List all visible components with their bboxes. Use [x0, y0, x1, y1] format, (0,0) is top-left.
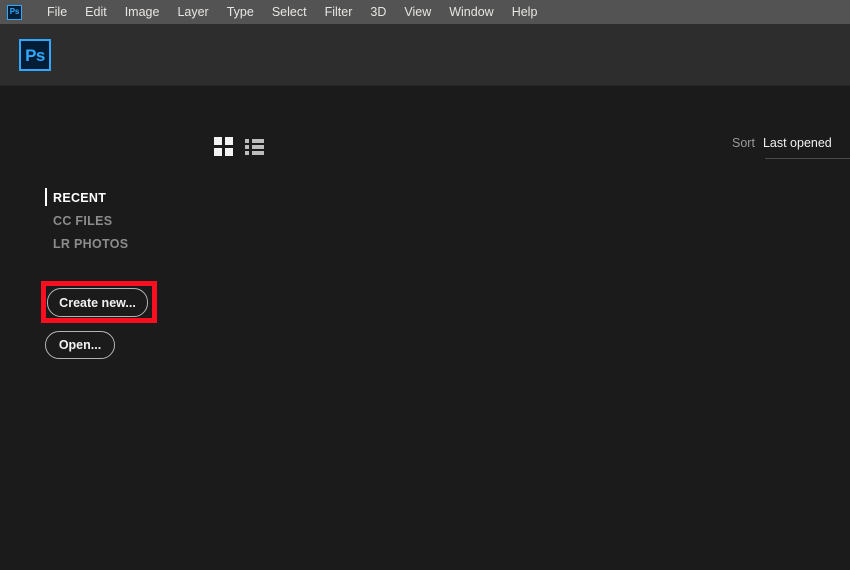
photoshop-logo-icon[interactable]: Ps — [7, 4, 22, 20]
menu-item-type[interactable]: Type — [218, 0, 263, 24]
menu-item-filter[interactable]: Filter — [316, 0, 362, 24]
photoshop-start-screen: Ps File Edit Image Layer Type Select Fil… — [0, 0, 850, 570]
menubar-logo-text: Ps — [9, 7, 20, 16]
menu-item-view[interactable]: View — [395, 0, 440, 24]
menu-item-select[interactable]: Select — [263, 0, 316, 24]
grid-cell — [214, 137, 222, 145]
sidebar-item-cc-files[interactable]: CC FILES — [45, 209, 128, 232]
sidebar-item-label: RECENT — [53, 190, 107, 205]
menu-bar: Ps File Edit Image Layer Type Select Fil… — [0, 0, 850, 24]
menu-item-3d[interactable]: 3D — [361, 0, 395, 24]
list-row — [245, 139, 264, 143]
sort-underline — [765, 158, 850, 159]
photoshop-app-logo-icon: Ps — [19, 39, 51, 71]
list-bar — [252, 139, 264, 143]
list-bullet — [245, 151, 249, 155]
menu-item-image[interactable]: Image — [116, 0, 169, 24]
sort-control: Sort Last opened — [720, 136, 850, 159]
sidebar-item-recent[interactable]: RECENT — [45, 186, 128, 209]
sort-label: Sort — [732, 136, 755, 150]
header-band: Ps — [0, 24, 850, 86]
menu-item-file[interactable]: File — [38, 0, 76, 24]
sidebar-item-label: LR PHOTOS — [53, 236, 129, 251]
list-row — [245, 151, 264, 155]
sidebar-item-label: CC FILES — [53, 213, 113, 228]
menu-item-edit[interactable]: Edit — [76, 0, 116, 24]
list-bar — [252, 151, 264, 155]
create-new-button[interactable]: Create new... — [47, 288, 148, 317]
menu-item-window[interactable]: Window — [440, 0, 502, 24]
sidebar-item-lr-photos[interactable]: LR PHOTOS — [45, 232, 128, 255]
list-row — [245, 145, 264, 149]
list-bullet — [245, 139, 249, 143]
start-screen-nav: RECENT CC FILES LR PHOTOS — [45, 186, 128, 255]
list-bar — [252, 145, 264, 149]
list-view-icon[interactable] — [245, 138, 264, 155]
open-button[interactable]: Open... — [45, 331, 115, 359]
sort-row: Sort Last opened — [720, 136, 850, 150]
grid-cell — [225, 148, 233, 156]
sort-value-dropdown[interactable]: Last opened — [763, 136, 832, 150]
menu-item-help[interactable]: Help — [503, 0, 547, 24]
grid-cell — [214, 148, 222, 156]
view-toggle-group — [214, 137, 264, 156]
grid-view-icon[interactable] — [214, 137, 233, 156]
list-bullet — [245, 145, 249, 149]
menu-item-layer[interactable]: Layer — [168, 0, 217, 24]
grid-cell — [225, 137, 233, 145]
app-logo-text: Ps — [25, 45, 45, 65]
